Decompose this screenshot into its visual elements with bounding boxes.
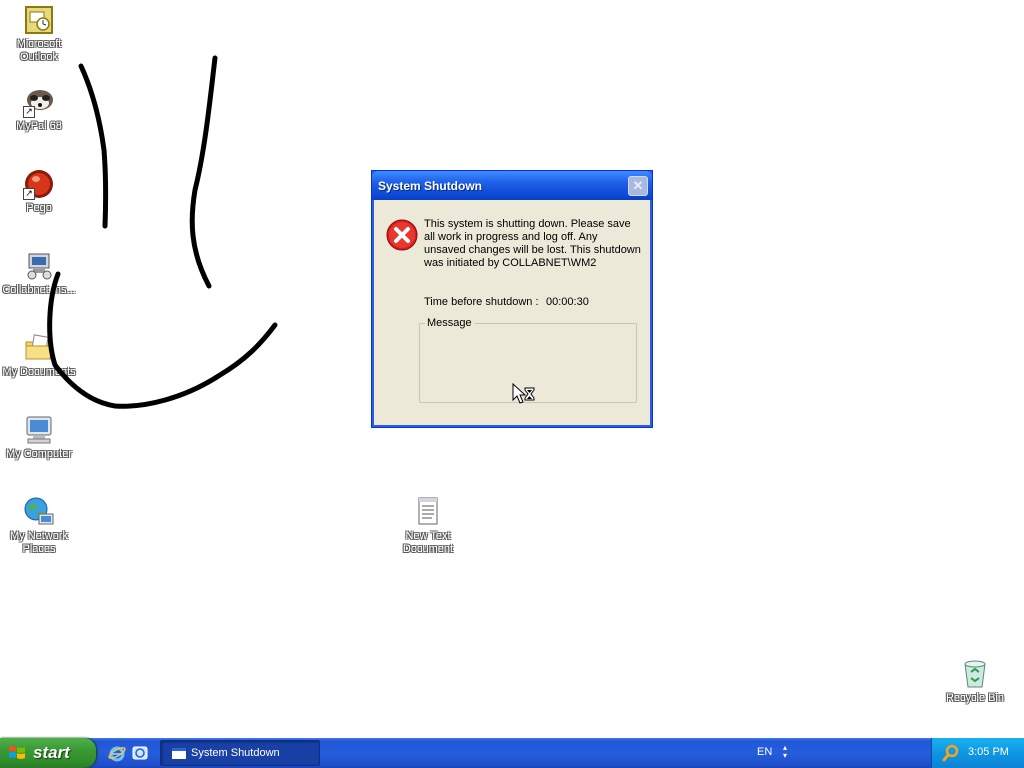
window-icon <box>172 748 186 759</box>
drawn-stroke-right-eye <box>189 55 218 289</box>
drawn-stroke-mouth <box>47 271 278 409</box>
desktop-icon-my-documents[interactable]: My Documents <box>0 332 78 379</box>
desktop-icon-label: Recycle Bin <box>945 692 1005 704</box>
timer-label: Time before shutdown : <box>424 296 539 308</box>
search-icon[interactable] <box>942 744 960 762</box>
language-arrows-icon[interactable]: ▴ ▾ <box>783 744 787 760</box>
installer-icon <box>23 250 55 282</box>
desktop-icon-my-computer[interactable]: My Computer <box>0 414 78 461</box>
desktop-icon-recycle-bin[interactable]: Recycle Bin <box>936 658 1014 705</box>
start-button[interactable]: start <box>0 738 96 768</box>
system-tray: 3:05 PM <box>931 738 1024 768</box>
timer-value: 00:00:30 <box>546 296 589 308</box>
outlook-express-icon[interactable] <box>131 744 149 762</box>
clock[interactable]: 3:05 PM <box>968 746 1009 758</box>
desktop-icon-outlook[interactable]: Microsoft Outlook <box>0 4 78 64</box>
dialog-titlebar[interactable]: System Shutdown ✕ <box>372 171 652 200</box>
computer-icon <box>23 414 55 446</box>
pego-icon: ↗ <box>23 168 55 200</box>
outlook-icon <box>23 4 55 36</box>
text-document-icon <box>412 496 444 528</box>
desktop-icon-label: My Computer <box>5 448 73 460</box>
desktop-icon-label: New Text Document <box>402 530 454 555</box>
desktop-icon-label: Collabnet Ins... <box>2 284 76 296</box>
windows-flag-icon <box>9 746 25 759</box>
shortcut-arrow-icon: ↗ <box>23 188 35 200</box>
internet-explorer-icon[interactable] <box>108 744 126 762</box>
taskbar-button-label: System Shutdown <box>191 747 280 759</box>
shutdown-message: This system is shutting down. Please sav… <box>424 218 641 269</box>
network-globe-icon <box>23 496 55 528</box>
desktop-icon-mypal[interactable]: ↗ MyPal 68 <box>0 86 78 133</box>
close-button[interactable]: ✕ <box>628 176 648 196</box>
desktop-icon-collabnet[interactable]: Collabnet Ins... <box>0 250 78 297</box>
taskbar: start System Shutdown EN ▴ ▾ 3:05 PM <box>0 738 1024 768</box>
start-label: start <box>33 743 70 762</box>
shortcut-arrow-icon: ↗ <box>23 106 35 118</box>
dialog-title: System Shutdown <box>378 179 483 193</box>
desktop-icon-label: My Network Places <box>9 530 69 555</box>
error-icon <box>386 219 418 251</box>
desktop-icon-network[interactable]: My Network Places <box>0 496 78 556</box>
recycle-bin-icon <box>959 658 991 690</box>
desktop-icon-label: MyPal 68 <box>16 120 62 132</box>
desktop-icon-label: My Documents <box>2 366 76 378</box>
drawn-stroke-left-eye <box>78 63 109 229</box>
language-indicator[interactable]: EN <box>757 746 772 758</box>
taskbar-button-system-shutdown[interactable]: System Shutdown <box>160 740 320 766</box>
desktop-icon-label: Microsoft Outlook <box>16 38 62 63</box>
busy-cursor-icon <box>512 383 535 404</box>
folder-icon <box>23 332 55 364</box>
message-group-label: Message <box>427 317 472 329</box>
mypal-icon: ↗ <box>23 86 55 118</box>
desktop-icon-pego[interactable]: ↗ Pego <box>0 168 78 215</box>
desktop-icon-new-text-document[interactable]: New Text Document <box>389 496 467 556</box>
shutdown-timer: Time before shutdown : 00:00:30 <box>424 296 589 308</box>
desktop-icon-label: Pego <box>26 202 52 214</box>
